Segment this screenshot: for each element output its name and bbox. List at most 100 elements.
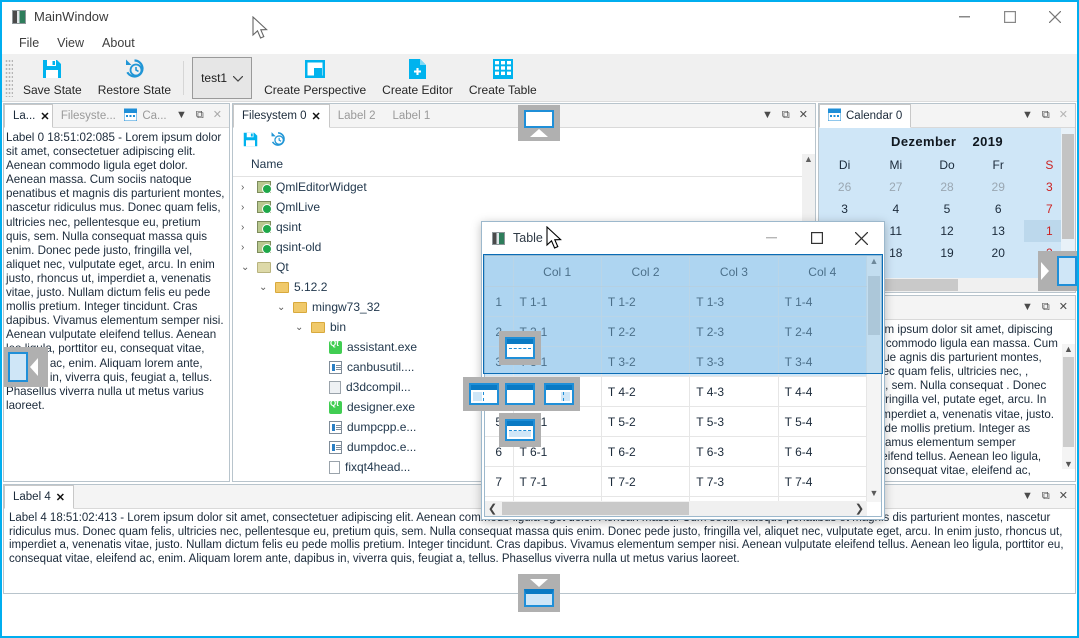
- chevron-right-icon[interactable]: ›: [241, 222, 252, 233]
- chevron-right-icon[interactable]: ›: [241, 202, 252, 213]
- chevron-right-icon[interactable]: ›: [241, 242, 252, 253]
- close-icon[interactable]: ✕: [1059, 110, 1068, 121]
- calendar-day-cell[interactable]: 20: [973, 242, 1024, 264]
- table-row-header[interactable]: 1: [485, 287, 513, 317]
- close-icon[interactable]: ✕: [1059, 491, 1068, 502]
- table-cell[interactable]: T 4-2: [601, 377, 689, 407]
- table-window-titlebar[interactable]: Table 0: [482, 222, 884, 254]
- table-cell[interactable]: T 6-3: [690, 437, 778, 467]
- close-icon[interactable]: ✕: [40, 110, 49, 123]
- calendar-vscrollbar[interactable]: [1061, 128, 1075, 278]
- chevron-down-icon[interactable]: ⌄: [259, 282, 270, 293]
- table-cell[interactable]: T 3-2: [601, 347, 689, 377]
- table-row-header[interactable]: 3: [485, 347, 513, 377]
- tab-calendar[interactable]: Ca...: [116, 104, 169, 127]
- table-cell[interactable]: T 5-3: [690, 407, 778, 437]
- scroll-down-icon[interactable]: ▼: [1062, 459, 1075, 469]
- maximize-button[interactable]: [987, 2, 1032, 31]
- menu-view[interactable]: View: [48, 33, 93, 53]
- table-cell[interactable]: T 4-3: [690, 377, 778, 407]
- right-panel-vscrollbar[interactable]: ▲ ▼: [1062, 344, 1075, 469]
- table-cell[interactable]: T 5-1: [513, 407, 601, 437]
- calendar-day-cell[interactable]: 6: [973, 198, 1024, 220]
- filesystem-row[interactable]: ›QmlLive: [233, 197, 815, 217]
- tab-calendar-0[interactable]: Calendar 0: [819, 104, 911, 128]
- create-editor-button[interactable]: Create Editor: [374, 55, 461, 101]
- undock-icon[interactable]: ⧉: [782, 110, 790, 121]
- table-cell[interactable]: T 3-3: [690, 347, 778, 377]
- table-cell[interactable]: T 5-2: [601, 407, 689, 437]
- create-table-button[interactable]: Create Table: [461, 55, 545, 101]
- undock-icon[interactable]: ⧉: [1042, 302, 1050, 313]
- calendar-day-cell[interactable]: 26: [819, 176, 870, 198]
- calendar-day-cell[interactable]: 5: [921, 198, 972, 220]
- tab-label-0[interactable]: La... ✕: [4, 104, 53, 128]
- maximize-button[interactable]: [794, 222, 839, 254]
- calendar-day-cell[interactable]: 13: [973, 220, 1024, 242]
- chevron-down-icon[interactable]: ⌄: [277, 302, 288, 313]
- scroll-up-icon[interactable]: ▲: [1062, 344, 1075, 354]
- calendar-month[interactable]: Dezember: [891, 134, 956, 149]
- table-row[interactable]: 4T 4-1T 4-2T 4-3T 4-4: [485, 377, 867, 407]
- table-row[interactable]: 6T 6-1T 6-2T 6-3T 6-4: [485, 437, 867, 467]
- calendar-day-cell[interactable]: 27: [870, 176, 921, 198]
- table-cell[interactable]: T 7-2: [601, 467, 689, 497]
- table-vscrollbar[interactable]: ▲ ▼: [867, 256, 881, 502]
- scroll-right-icon[interactable]: ❯: [1062, 278, 1071, 291]
- chevron-down-icon[interactable]: ▼: [1022, 491, 1033, 502]
- scroll-thumb[interactable]: [1062, 134, 1074, 239]
- chevron-right-icon[interactable]: ›: [241, 182, 252, 193]
- table-row[interactable]: 3T 3-1T 3-2T 3-3T 3-4: [485, 347, 867, 377]
- table-row[interactable]: 7T 7-1T 7-2T 7-3T 7-4: [485, 467, 867, 497]
- minimize-button[interactable]: [942, 2, 987, 31]
- table-cell[interactable]: T 2-3: [690, 317, 778, 347]
- close-icon[interactable]: ✕: [1059, 302, 1068, 313]
- undock-icon[interactable]: ⧉: [196, 110, 204, 121]
- calendar-year[interactable]: 2019: [972, 134, 1003, 149]
- scroll-left-icon[interactable]: ❮: [485, 502, 500, 515]
- tab-label-2[interactable]: Label 2: [330, 104, 385, 127]
- save-state-button[interactable]: Save State: [15, 55, 90, 101]
- calendar-day-cell[interactable]: 4: [870, 198, 921, 220]
- table-row-header[interactable]: 7: [485, 467, 513, 497]
- undock-icon[interactable]: ⧉: [1042, 491, 1050, 502]
- scroll-up-icon[interactable]: ▲: [802, 154, 815, 167]
- table-cell[interactable]: T 6-2: [601, 437, 689, 467]
- perspective-combo[interactable]: test1: [192, 57, 252, 99]
- close-icon[interactable]: ✕: [799, 110, 808, 121]
- table-cell[interactable]: T 1-1: [513, 287, 601, 317]
- scroll-right-icon[interactable]: ❯: [852, 502, 867, 515]
- chevron-down-icon[interactable]: ⌄: [241, 262, 252, 273]
- scroll-thumb[interactable]: [502, 502, 689, 515]
- scroll-thumb[interactable]: [1063, 357, 1074, 447]
- close-button[interactable]: [839, 222, 884, 254]
- scroll-trough[interactable]: [500, 501, 852, 516]
- calendar-day-cell[interactable]: 29: [973, 176, 1024, 198]
- filesystem-row[interactable]: ›QmlEditorWidget: [233, 177, 815, 197]
- save-icon[interactable]: [243, 132, 258, 150]
- scroll-down-icon[interactable]: ▼: [867, 488, 881, 502]
- chevron-down-icon[interactable]: ⌄: [295, 322, 306, 333]
- tab-label-1[interactable]: Label 1: [385, 104, 440, 127]
- table-cell[interactable]: T 6-1: [513, 437, 601, 467]
- close-button[interactable]: [1032, 2, 1077, 31]
- table-cell[interactable]: T 2-2: [601, 317, 689, 347]
- table-cell[interactable]: T 2-1: [513, 317, 601, 347]
- table-cell[interactable]: T 2-4: [778, 317, 866, 347]
- calendar-day-cell[interactable]: 12: [921, 220, 972, 242]
- table-cell[interactable]: T 7-3: [690, 467, 778, 497]
- calendar-day-cell[interactable]: 28: [921, 176, 972, 198]
- menu-file[interactable]: File: [10, 33, 48, 53]
- toolbar-grip[interactable]: [5, 59, 13, 97]
- table-row-header[interactable]: 6: [485, 437, 513, 467]
- table-cell[interactable]: T 7-1: [513, 467, 601, 497]
- table-cell[interactable]: T 4-1: [513, 377, 601, 407]
- table-cell[interactable]: T 1-3: [690, 287, 778, 317]
- table-cell[interactable]: T 1-2: [601, 287, 689, 317]
- table-column-header[interactable]: Col 1: [513, 257, 601, 287]
- undock-icon[interactable]: ⧉: [1042, 110, 1050, 121]
- table-hscrollbar[interactable]: ❮ ❯: [485, 501, 867, 516]
- table-cell[interactable]: T 3-4: [778, 347, 866, 377]
- chevron-down-icon[interactable]: ▼: [762, 110, 773, 121]
- tab-filesystem-0[interactable]: Filesystem 0 ✕: [233, 104, 330, 128]
